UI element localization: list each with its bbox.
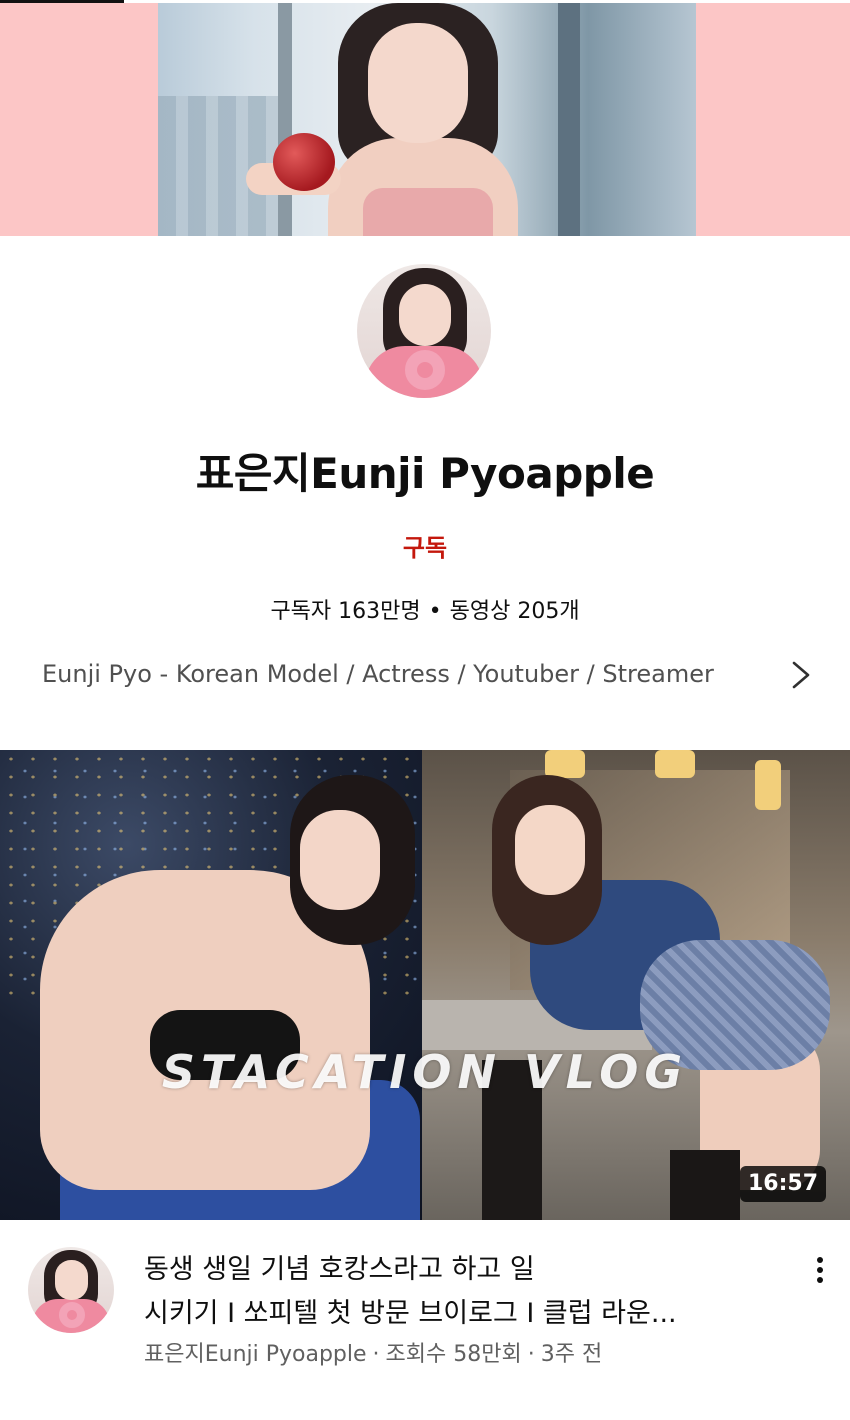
video-channel-avatar[interactable] [28, 1247, 114, 1333]
channel-banner [0, 3, 850, 236]
chevron-right-icon[interactable] [786, 659, 816, 691]
stats-separator: • [428, 599, 442, 624]
subscribe-button[interactable]: 구독 [0, 528, 850, 563]
channel-stats: 구독자 163만명 • 동영상 205개 [0, 593, 850, 625]
meta-separator: · [527, 1342, 535, 1367]
channel-description[interactable]: Eunji Pyo - Korean Model / Actress / You… [42, 660, 772, 688]
video-metadata: 표은지Eunji Pyoapple · 조회수 58만회 · 3주 전 [144, 1336, 784, 1368]
video-thumbnail[interactable]: STACATION VLOG [0, 750, 850, 1220]
video-title-line-1: 동생 생일 기념 호캉스라고 하고 일 [144, 1254, 535, 1285]
video-title-line-2: 시키기 I 쏘피텔 첫 방문 브이로그 I 클럽 라운... [144, 1298, 677, 1329]
video-count: 동영상 205개 [449, 599, 580, 624]
meta-separator: · [372, 1342, 380, 1367]
video-title[interactable]: 동생 생일 기념 호캉스라고 하고 일 시키기 I 쏘피텔 첫 방문 브이로그 … [144, 1248, 784, 1336]
subscriber-count: 구독자 163만명 [270, 599, 421, 624]
thumbnail-overlay-text: STACATION VLOG [161, 1045, 689, 1099]
video-duration-badge: 16:57 [740, 1166, 827, 1202]
more-vert-icon[interactable] [808, 1252, 832, 1288]
video-views: 조회수 58만회 [385, 1342, 522, 1367]
channel-name: 표은지Eunji Pyoapple [195, 449, 655, 498]
channel-avatar[interactable] [357, 264, 491, 398]
video-age: 3주 전 [540, 1342, 603, 1367]
video-channel-name: 표은지Eunji Pyoapple [144, 1342, 367, 1367]
banner-image [158, 3, 696, 236]
